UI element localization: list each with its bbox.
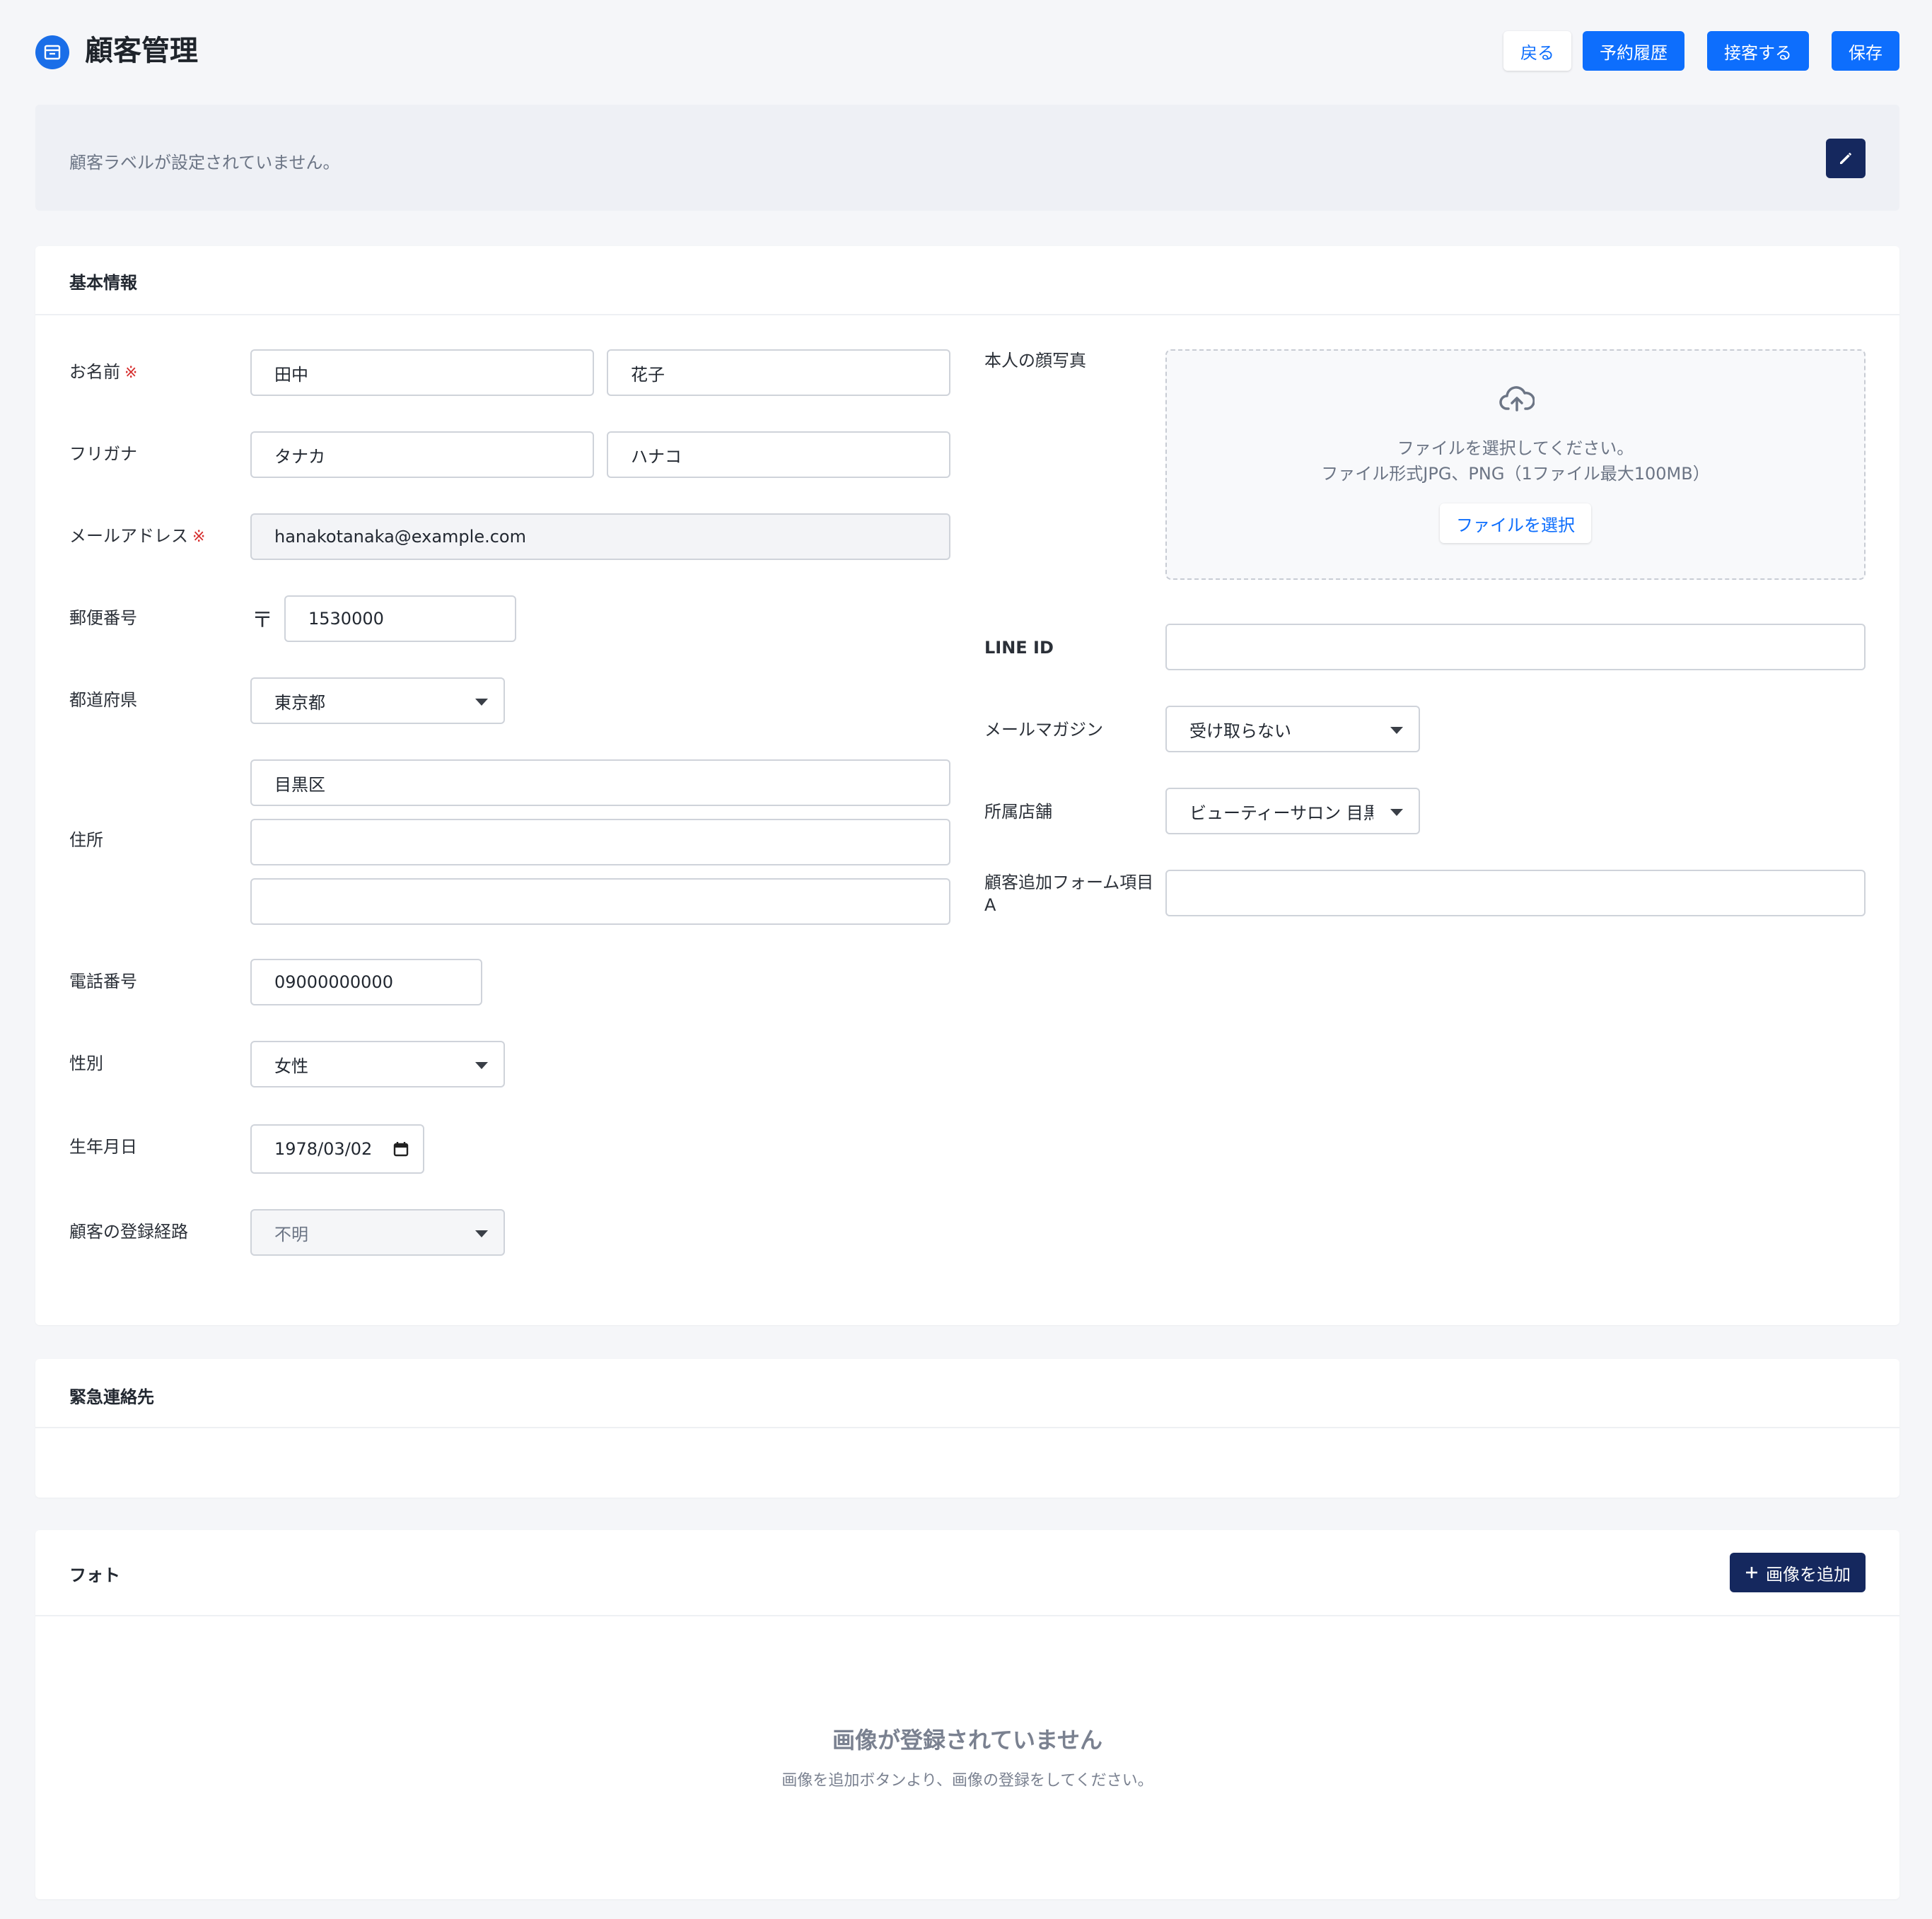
emergency-contact-title: 緊急連絡先 [69, 1387, 154, 1407]
store-label: 所属店舗 [984, 802, 1052, 822]
first-name-input[interactable]: 花子 [607, 349, 950, 396]
photos-card: フォト 画像を追加 画像が登録されていません 画像を追加ボタンより、画像の登録を… [35, 1530, 1899, 1899]
edit-labels-button[interactable] [1826, 139, 1866, 178]
custom-field-a-label: 顧客追加フォーム項目A [984, 873, 1154, 915]
address-line2-input[interactable] [250, 819, 950, 865]
prefecture-label: 都道府県 [69, 690, 137, 710]
chevron-down-icon [475, 1062, 488, 1069]
last-name-kana-input[interactable]: タナカ [250, 431, 594, 478]
empty-state-subtitle: 画像を追加ボタンより、画像の登録をしてください。 [781, 1772, 1153, 1790]
address-line3-input[interactable] [250, 878, 950, 925]
calendar-icon[interactable] [393, 1141, 409, 1157]
divider [35, 314, 1899, 315]
basic-info-card: 基本情報 お名前 ※ 田中 花子 フリガナ タナカ ハナコ メールアドレス ※ ha… [35, 246, 1899, 1325]
email-input[interactable]: hanakotanaka@example.com [250, 513, 950, 560]
upload-hint-1: ファイルを選択してください。 [1397, 438, 1634, 458]
emergency-contact-card: 緊急連絡先 [35, 1359, 1899, 1498]
registration-route-select[interactable]: 不明 [250, 1209, 505, 1256]
chevron-down-icon [1390, 727, 1403, 734]
gender-select[interactable]: 女性 [250, 1041, 505, 1087]
select-file-button[interactable]: ファイルを選択 [1440, 503, 1591, 543]
empty-state-title: 画像が登録されていません [832, 1727, 1103, 1754]
postal-symbol: 〒 [252, 608, 273, 633]
basic-info-title: 基本情報 [69, 273, 137, 293]
furigana-label: フリガナ [69, 444, 137, 464]
plus-icon [1746, 1567, 1757, 1578]
required-mark: ※ [124, 364, 138, 382]
required-mark: ※ [192, 528, 206, 546]
postal-code-input[interactable]: 1530000 [284, 595, 516, 642]
custom-field-a-input[interactable] [1165, 870, 1866, 916]
birthday-input[interactable]: 1978/03/02 [250, 1124, 424, 1174]
pencil-icon [1840, 153, 1851, 164]
registration-route-label: 顧客の登録経路 [69, 1222, 188, 1242]
back-button[interactable]: 戻る [1503, 31, 1571, 71]
divider [35, 1615, 1899, 1616]
app-icon [35, 35, 69, 69]
chevron-down-icon [1390, 809, 1403, 816]
reservation-history-button[interactable]: 予約履歴 [1583, 31, 1684, 71]
customer-label-banner: 顧客ラベルが設定されていません。 [35, 105, 1899, 211]
upload-hint-2: ファイル形式JPG、PNG（1ファイル最大100MB） [1321, 464, 1710, 484]
last-name-input[interactable]: 田中 [250, 349, 594, 396]
face-photo-label: 本人の顔写真 [984, 351, 1086, 371]
phone-input[interactable]: 09000000000 [250, 959, 482, 1005]
store-select[interactable]: ビューティーサロン 目黒 [1165, 788, 1420, 834]
name-label: お名前 ※ [69, 362, 138, 382]
first-name-kana-input[interactable]: ハナコ [607, 431, 950, 478]
chevron-down-icon [475, 1230, 488, 1237]
newsletter-select[interactable]: 受け取らない [1165, 706, 1420, 752]
line-id-input[interactable] [1165, 624, 1866, 670]
face-photo-dropzone[interactable]: ファイルを選択してください。 ファイル形式JPG、PNG（1ファイル最大100M… [1165, 349, 1866, 580]
customer-label-empty-text: 顧客ラベルが設定されていません。 [69, 153, 340, 173]
newsletter-label: メールマガジン [984, 720, 1103, 740]
chevron-down-icon [475, 699, 488, 706]
add-image-button[interactable]: 画像を追加 [1730, 1553, 1866, 1592]
address-line1-input[interactable]: 目黒区 [250, 759, 950, 806]
cloud-upload-icon [1499, 386, 1535, 412]
email-label: メールアドレス ※ [69, 526, 206, 546]
photos-title: フォト [69, 1565, 120, 1585]
save-button[interactable]: 保存 [1832, 31, 1899, 71]
serve-customer-button[interactable]: 接客する [1707, 31, 1809, 71]
divider [35, 1427, 1899, 1428]
address-label: 住所 [69, 830, 103, 850]
page-title: 顧客管理 [85, 35, 198, 67]
birthday-label: 生年月日 [69, 1137, 137, 1157]
prefecture-select[interactable]: 東京都 [250, 677, 505, 724]
phone-label: 電話番号 [69, 972, 137, 991]
postal-code-label: 郵便番号 [69, 608, 137, 628]
gender-label: 性別 [69, 1054, 103, 1073]
line-id-label: LINE ID [984, 638, 1054, 658]
